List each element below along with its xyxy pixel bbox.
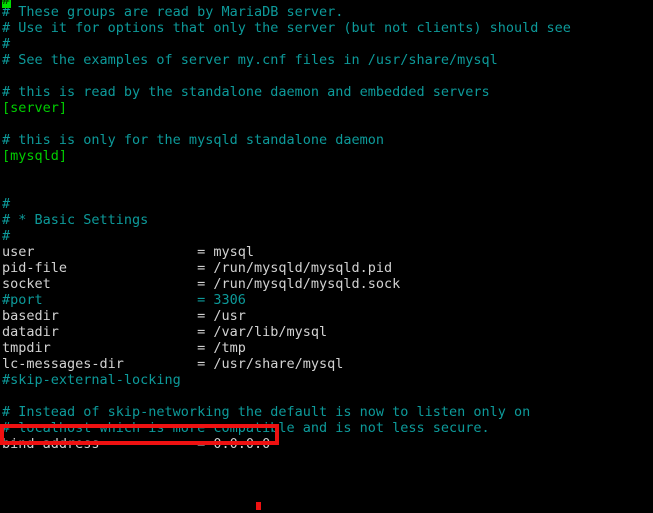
config-line: datadir = /var/lib/mysql (2, 324, 328, 340)
annotation-mark (256, 502, 261, 510)
config-line: #skip-external-locking (2, 372, 181, 388)
config-line: #port = 3306 (2, 292, 246, 308)
config-line: lc-messages-dir = /usr/share/mysql (2, 356, 344, 372)
config-line: # (2, 196, 11, 212)
config-line: socket = /run/mysqld/mysqld.sock (2, 276, 401, 292)
config-line: # localhost which is more compatible and… (2, 420, 490, 436)
config-line: # See the examples of server my.cnf file… (2, 52, 498, 68)
config-line: pid-file = /run/mysqld/mysqld.pid (2, 260, 393, 276)
config-line: # These groups are read by MariaDB serve… (2, 4, 344, 20)
config-line: bind-address = 0.0.0.0 (2, 436, 271, 452)
config-line: # Instead of skip-networking the default… (2, 404, 531, 420)
config-line: # * Basic Settings (2, 212, 149, 228)
config-line: # (2, 228, 11, 244)
config-line: tmpdir = /tmp (2, 340, 246, 356)
config-line: # this is read by the standalone daemon … (2, 84, 490, 100)
config-line: [server] (2, 100, 68, 116)
config-line: # this is only for the mysqld standalone… (2, 132, 385, 148)
terminal-window[interactable]: # These groups are read by MariaDB serve… (0, 0, 653, 513)
config-line: user = mysql (2, 244, 254, 260)
config-line: # Use it for options that only the serve… (2, 20, 571, 36)
file-content-area[interactable]: # These groups are read by MariaDB serve… (0, 0, 653, 513)
text-cursor: # (2, 0, 11, 8)
config-line: basedir = /usr (2, 308, 246, 324)
config-line: [mysqld] (2, 148, 68, 164)
config-line: # (2, 36, 11, 52)
